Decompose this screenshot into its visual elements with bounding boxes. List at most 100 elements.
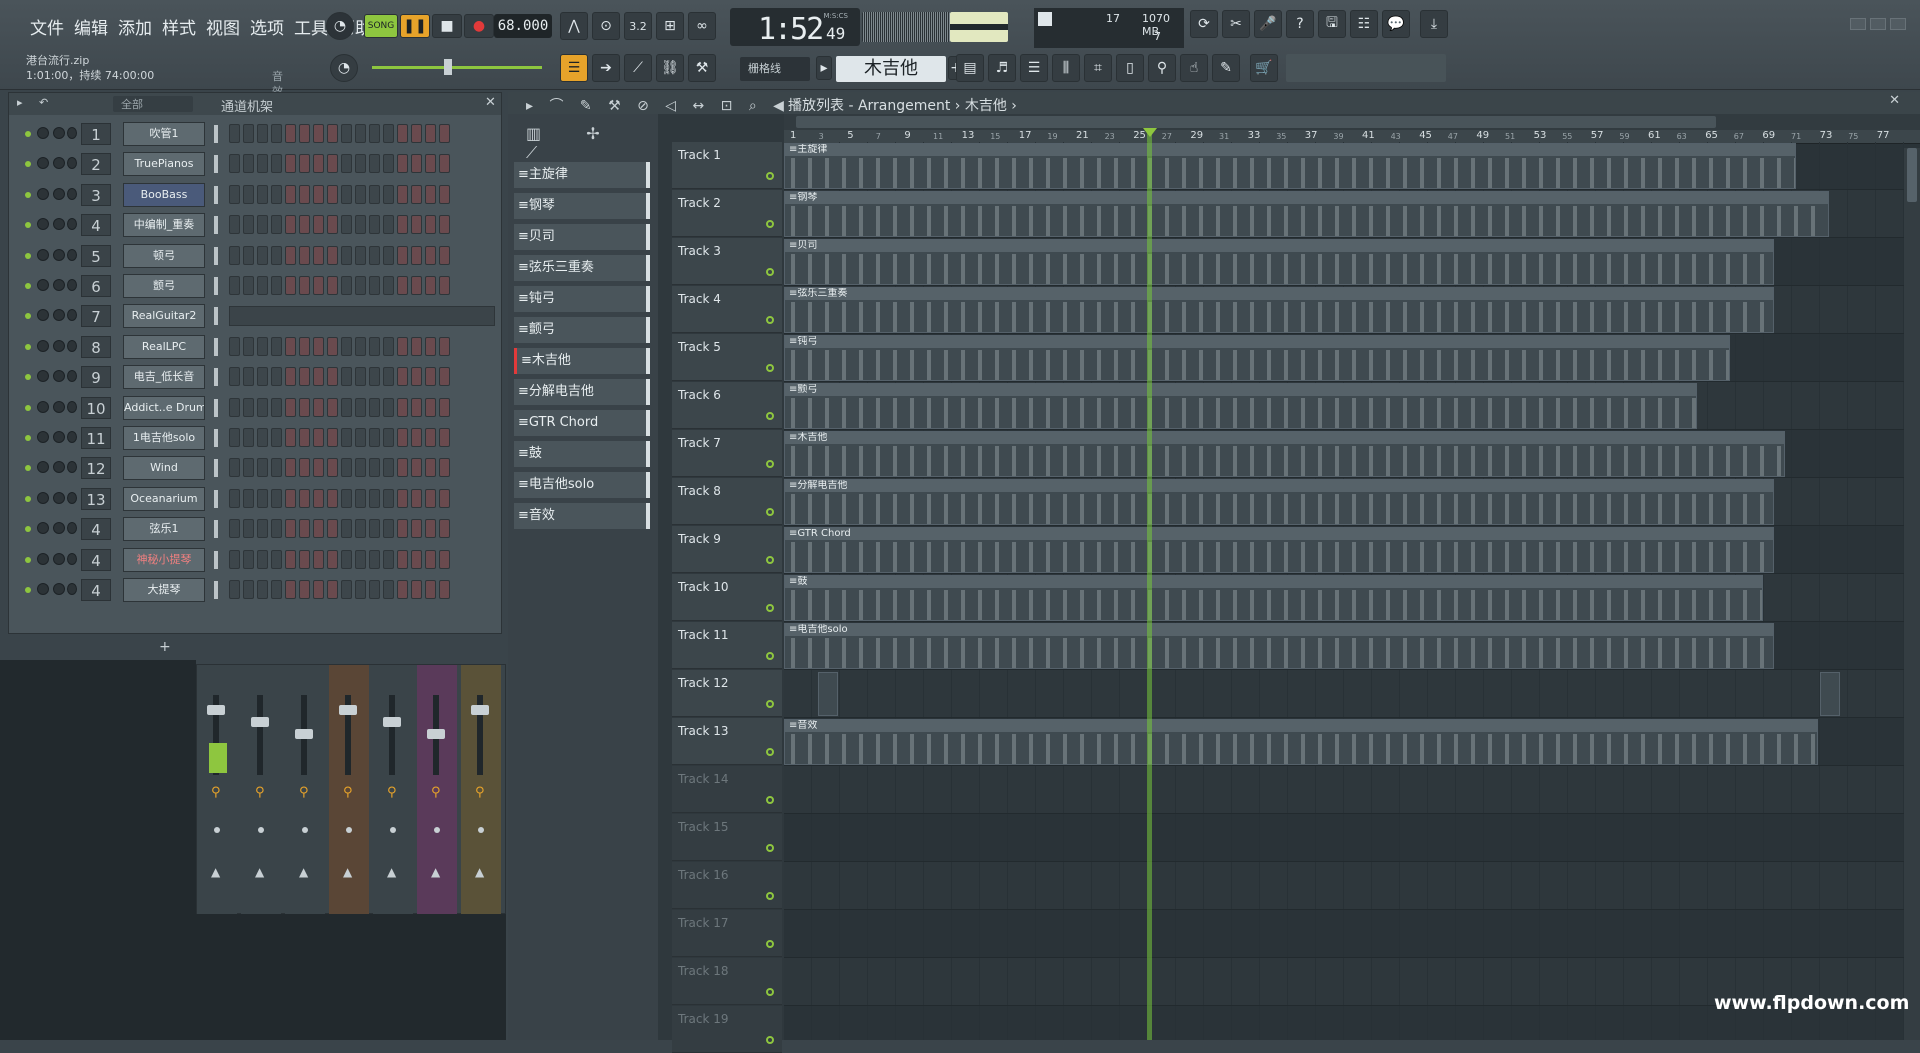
- step-button[interactable]: [229, 245, 240, 265]
- channel-name-button[interactable]: RealGuitar2: [123, 304, 205, 329]
- channel-name-button[interactable]: 中编制_重奏: [123, 213, 205, 238]
- channel-name-button[interactable]: TruePianos: [123, 152, 205, 177]
- step-button[interactable]: [341, 245, 352, 265]
- volume-knob[interactable]: [53, 248, 65, 261]
- step-button[interactable]: [243, 215, 254, 235]
- step-button[interactable]: [257, 488, 268, 508]
- step-button[interactable]: [369, 428, 380, 447]
- step-button[interactable]: [271, 154, 282, 174]
- step-button[interactable]: [285, 519, 296, 539]
- pattern-item[interactable]: ≡钢琴: [514, 193, 650, 219]
- channel-select-indicator[interactable]: [214, 459, 218, 478]
- mixer-strip[interactable]: ⚲ ▲: [373, 665, 413, 915]
- step-button[interactable]: [299, 580, 310, 599]
- track-header[interactable]: Track 19: [672, 1006, 782, 1053]
- step-button[interactable]: [285, 428, 296, 447]
- pattern-clip[interactable]: ≡电吉他solo: [784, 623, 1774, 669]
- master-volume-knob[interactable]: ◔: [326, 12, 354, 40]
- volume-knob[interactable]: [53, 218, 65, 231]
- menu-item[interactable]: 文件: [26, 14, 68, 39]
- step-button[interactable]: [383, 428, 394, 447]
- channel-row[interactable]: 6 颤弓: [17, 273, 495, 299]
- step-button[interactable]: [285, 184, 296, 204]
- mixer-strip[interactable]: ⚲ ▲: [241, 665, 281, 915]
- menu-item[interactable]: 添加: [114, 14, 156, 39]
- step-button[interactable]: [355, 488, 366, 508]
- download-icon[interactable]: ⤓: [1420, 10, 1448, 38]
- track-mute-icon[interactable]: [766, 508, 774, 516]
- mixer-led[interactable]: [434, 827, 440, 833]
- stamp-icon[interactable]: ⚒: [688, 54, 716, 82]
- pan-knob[interactable]: [37, 157, 49, 170]
- step-button[interactable]: [271, 397, 282, 417]
- track-mute-icon[interactable]: [766, 796, 774, 804]
- channel-name-button[interactable]: 神秘小提琴: [123, 547, 205, 572]
- fader-cap[interactable]: [471, 705, 489, 715]
- step-button[interactable]: [397, 549, 408, 569]
- record-button[interactable]: ●: [464, 14, 494, 38]
- volume-knob[interactable]: [53, 552, 65, 565]
- volume-knob[interactable]: [53, 491, 65, 504]
- pattern-item[interactable]: ≡分解电吉他: [514, 379, 650, 405]
- mixer-strip[interactable]: ⚲ ▲: [461, 665, 501, 915]
- step-button[interactable]: [327, 336, 338, 356]
- channel-row[interactable]: 2 TruePianos: [17, 151, 495, 177]
- step-button[interactable]: [243, 549, 254, 569]
- playlist-close-icon[interactable]: ✕: [1889, 93, 1900, 108]
- volume-knob[interactable]: [53, 431, 65, 443]
- step-button[interactable]: [439, 580, 450, 599]
- track-header[interactable]: Track 6: [672, 382, 782, 429]
- track-mute-icon[interactable]: [766, 652, 774, 660]
- step-button[interactable]: [397, 519, 408, 539]
- step-button[interactable]: [411, 458, 422, 478]
- channel-led-icon[interactable]: [25, 313, 31, 320]
- track-header[interactable]: Track 3: [672, 238, 782, 285]
- step-button[interactable]: [299, 549, 310, 569]
- step-button[interactable]: [369, 458, 380, 478]
- menu-item[interactable]: 视图: [202, 14, 244, 39]
- step-button[interactable]: [369, 124, 380, 143]
- track-lane[interactable]: ≡主旋律: [784, 142, 1920, 190]
- step-button[interactable]: [383, 245, 394, 265]
- step-button[interactable]: [257, 549, 268, 569]
- pattern-item[interactable]: ≡木吉他: [514, 348, 650, 374]
- target-knob[interactable]: [67, 218, 77, 231]
- step-button[interactable]: [271, 276, 282, 295]
- metronome-icon[interactable]: ⋀: [560, 12, 588, 40]
- step-button[interactable]: [313, 276, 324, 295]
- volume-knob[interactable]: [53, 461, 65, 474]
- scroll-thumb[interactable]: [796, 116, 1716, 128]
- pattern-clip[interactable]: ≡主旋律: [784, 143, 1796, 189]
- fader-cap[interactable]: [339, 705, 357, 715]
- step-button[interactable]: [425, 184, 436, 204]
- step-button[interactable]: [411, 124, 422, 143]
- step-button[interactable]: [271, 215, 282, 235]
- channel-led-icon[interactable]: [25, 435, 31, 441]
- track-mute-icon[interactable]: [766, 700, 774, 708]
- mixer-led[interactable]: [346, 827, 352, 833]
- track-header[interactable]: Track 15: [672, 814, 782, 861]
- step-button[interactable]: [341, 184, 352, 204]
- step-button[interactable]: [411, 367, 422, 387]
- mixer-track-number[interactable]: 12: [81, 457, 111, 480]
- target-knob[interactable]: [67, 248, 77, 261]
- track-header[interactable]: Track 5: [672, 334, 782, 381]
- step-button[interactable]: [327, 519, 338, 539]
- volume-knob[interactable]: [53, 157, 65, 170]
- step-button[interactable]: [383, 215, 394, 235]
- playhead-marker[interactable]: [1143, 128, 1157, 137]
- mixer-track-number[interactable]: 4: [81, 548, 111, 571]
- step-button[interactable]: [439, 276, 450, 295]
- step-button[interactable]: [439, 124, 450, 143]
- step-button[interactable]: [313, 458, 324, 478]
- mixer-icon[interactable]: ☷: [1350, 10, 1378, 38]
- step-button[interactable]: [355, 428, 366, 447]
- channel-row[interactable]: 1 吹管1: [17, 121, 495, 147]
- add-channel-button[interactable]: +: [159, 639, 171, 655]
- mixer-led[interactable]: [214, 827, 220, 833]
- channel-select-indicator[interactable]: [214, 398, 218, 417]
- step-button[interactable]: [341, 428, 352, 447]
- step-button[interactable]: [257, 367, 268, 387]
- step-button[interactable]: [327, 458, 338, 478]
- step-button[interactable]: [355, 124, 366, 143]
